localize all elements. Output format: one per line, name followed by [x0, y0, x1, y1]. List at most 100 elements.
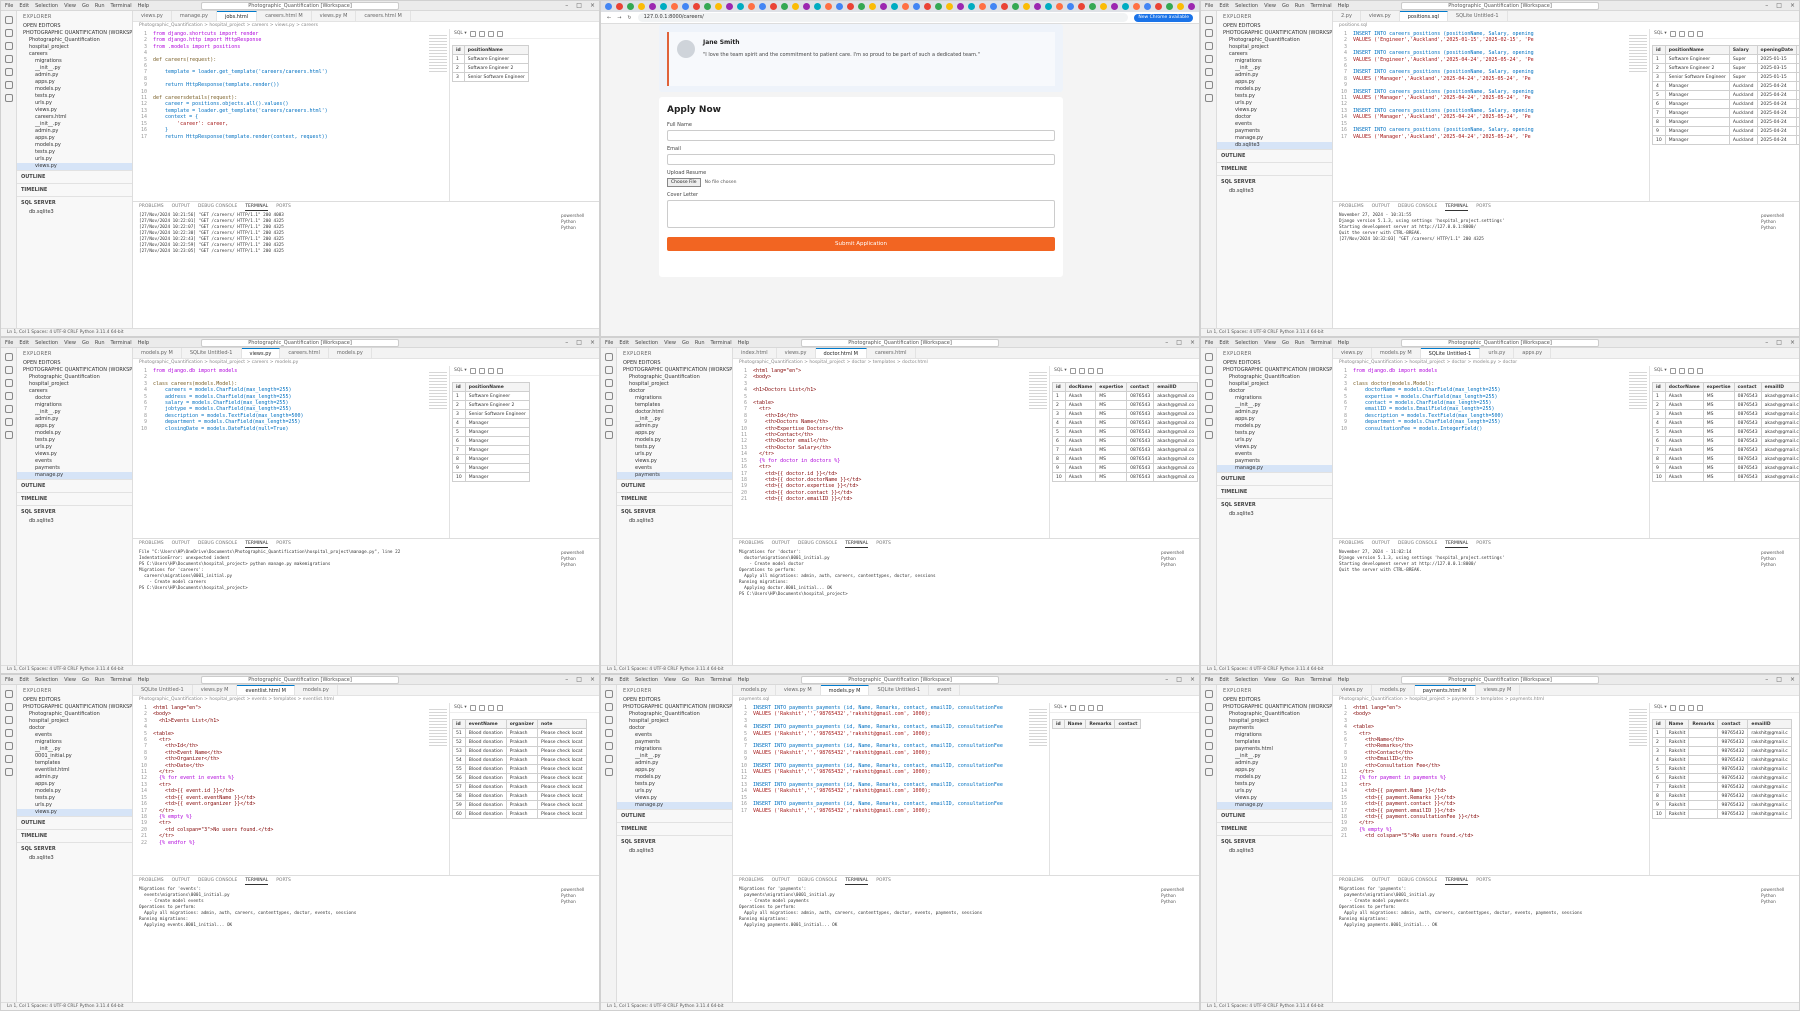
table-row[interactable]: 4 Manager — [452, 418, 530, 428]
table-row[interactable]: 56 Blood donation Prakash Please check loca… — [452, 773, 587, 783]
outline-section[interactable]: OUTLINE — [1217, 472, 1332, 485]
editor-tab[interactable]: positions.sql — [1399, 11, 1448, 21]
sql-label[interactable]: SQL ▾ — [1654, 31, 1667, 36]
terminal-output[interactable]: Migrations for 'events': events\migratio… — [133, 885, 599, 931]
workspace-root[interactable]: PHOTOGRAPHIC QUANTIFICATION (WORKSPACE) — [17, 704, 132, 711]
timeline-section[interactable]: TIMELINE — [1217, 162, 1332, 175]
menu-run[interactable]: Run — [95, 677, 105, 683]
menu-go[interactable]: Go — [1282, 340, 1289, 346]
close-icon[interactable]: × — [1790, 2, 1795, 9]
terminal-output[interactable]: Migrations for 'payments': payments\migr… — [1333, 885, 1799, 931]
file-tree-item[interactable]: careers — [17, 51, 132, 58]
panel-tab-ports[interactable]: PORTS — [276, 539, 291, 548]
panel-tab-debug-console[interactable]: DEBUG CONSOLE — [798, 539, 837, 548]
browser-tab-favicon[interactable] — [1034, 3, 1041, 10]
export-icon[interactable] — [1696, 367, 1703, 374]
file-tree-item[interactable]: events — [617, 732, 732, 739]
file-tree-item[interactable]: migrations — [17, 58, 132, 65]
project-folder[interactable]: Photographic_Quantification — [1217, 711, 1332, 718]
testing-icon[interactable] — [1204, 94, 1213, 102]
open-editors-section[interactable]: OPEN EDITORS — [617, 360, 732, 367]
next-page-icon[interactable] — [1687, 704, 1694, 711]
editor-tab[interactable]: models.py M — [133, 348, 182, 358]
project-folder[interactable]: Photographic_Quantification — [617, 374, 732, 381]
file-tree-item[interactable]: admin.py — [1217, 409, 1332, 416]
menu-help[interactable]: Help — [138, 340, 149, 346]
panel-tab-ports[interactable]: PORTS — [1476, 876, 1491, 885]
file-tree-item[interactable]: migrations — [617, 746, 732, 753]
column-header[interactable]: id — [452, 45, 465, 55]
file-tree-item[interactable]: admin.py — [17, 774, 132, 781]
menu-help[interactable]: Help — [738, 677, 749, 683]
column-header[interactable]: emailID — [1153, 382, 1199, 392]
table-row[interactable]: 6 Akash MS 0876543 akash@gmail.co — [1652, 436, 1799, 446]
browser-tab-favicon[interactable] — [858, 3, 865, 10]
table-row[interactable]: 2 Software Engineer 2 — [452, 400, 530, 410]
menu-terminal[interactable]: Terminal — [111, 340, 132, 346]
database-item[interactable]: db.sqlite3 — [17, 209, 132, 216]
window-title[interactable]: Photographic_Quantification [Workspace] — [801, 676, 999, 684]
browser-tab-favicon[interactable] — [957, 3, 964, 10]
menu-go[interactable]: Go — [682, 340, 689, 346]
chrome-update-button[interactable]: New Chrome available — [1134, 13, 1193, 22]
sql-server-section[interactable]: SQL SERVER — [17, 842, 132, 855]
file-tree-item[interactable]: hospital_project — [617, 718, 732, 725]
column-header[interactable]: emailID — [1747, 719, 1792, 729]
file-tree-item[interactable]: views.py — [1217, 795, 1332, 802]
menu-help[interactable]: Help — [738, 340, 749, 346]
open-editors-section[interactable]: OPEN EDITORS — [1217, 23, 1332, 30]
file-tree-item[interactable]: hospital_project — [17, 718, 132, 725]
choose-file-button[interactable]: Choose File — [667, 178, 701, 187]
maximize-icon[interactable]: □ — [1776, 339, 1782, 346]
submit-button[interactable]: Submit Application — [667, 237, 1055, 251]
terminal-instance[interactable]: Python — [1761, 563, 1795, 569]
minimap[interactable] — [429, 707, 447, 747]
menu-terminal[interactable]: Terminal — [111, 3, 132, 9]
menu-file[interactable]: File — [605, 677, 613, 683]
column-header[interactable]: positionName — [463, 45, 529, 55]
file-tree-item[interactable]: doctor — [1217, 388, 1332, 395]
file-tree-item[interactable]: hospital_project — [17, 44, 132, 51]
panel-tab-debug-console[interactable]: DEBUG CONSOLE — [1398, 876, 1437, 885]
editor-tab[interactable]: views.py — [777, 348, 816, 358]
terminal-output[interactable]: November 27, 2024 - 11:02:14 Django versi… — [1333, 548, 1799, 576]
breadcrumb[interactable]: Photographic_Quantification > hospital_p… — [733, 359, 1199, 366]
column-header[interactable]: positionName — [464, 382, 530, 392]
minimize-icon[interactable]: – — [1765, 339, 1768, 346]
testing-icon[interactable] — [1204, 768, 1213, 776]
panel-tab-debug-console[interactable]: DEBUG CONSOLE — [1398, 539, 1437, 548]
browser-tab-favicon[interactable] — [979, 3, 986, 10]
window-title[interactable]: Photographic_Quantification [Workspace] — [1401, 676, 1599, 684]
file-tree-item[interactable]: admin.py — [17, 128, 132, 135]
browser-tab-favicon[interactable] — [1089, 3, 1096, 10]
editor-tab[interactable]: models.py — [1372, 685, 1415, 695]
maximize-icon[interactable]: □ — [576, 339, 582, 346]
menu-go[interactable]: Go — [682, 677, 689, 683]
extensions-icon[interactable] — [4, 405, 13, 413]
forward-icon[interactable]: → — [617, 15, 621, 21]
editor-tab[interactable]: views.py M — [776, 685, 821, 695]
file-tree-item[interactable]: tests.py — [617, 781, 732, 788]
editor-tab[interactable]: careers.html — [867, 348, 916, 358]
explorer-icon[interactable] — [1204, 16, 1213, 24]
table-row[interactable]: 8 Akash MS 0876543 akash@gmail.co — [1652, 454, 1799, 464]
table-row[interactable]: 4 Rakshit 98765432 rakshit@gmail.c — [1652, 755, 1792, 765]
editor-tab[interactable]: views.py — [133, 11, 172, 21]
menu-view[interactable]: View — [664, 677, 676, 683]
export-icon[interactable] — [1096, 367, 1103, 374]
menu-edit[interactable]: Edit — [19, 340, 29, 346]
panel-tab-terminal[interactable]: TERMINAL — [245, 876, 269, 885]
editor-tab[interactable]: views.py M — [1476, 685, 1521, 695]
code-editor[interactable]: 1 from django.db import models 2 3 class car… — [133, 366, 599, 538]
table-row[interactable]: 59 Blood donation Prakash Please check loca… — [452, 800, 587, 810]
browser-tab-favicon[interactable] — [770, 3, 777, 10]
table-row[interactable]: 3 Senior Software Engineer — [452, 72, 529, 82]
database-icon[interactable] — [4, 755, 13, 763]
menu-run[interactable]: Run — [695, 677, 705, 683]
minimap[interactable] — [1629, 33, 1647, 73]
file-tree-item[interactable]: models.py — [17, 788, 132, 795]
file-tree-item[interactable]: __init__.py — [17, 65, 132, 72]
source-control-icon[interactable] — [1204, 42, 1213, 50]
window-title[interactable]: Photographic_Quantification [Workspace] — [201, 339, 399, 347]
refresh-icon[interactable] — [1669, 367, 1676, 374]
